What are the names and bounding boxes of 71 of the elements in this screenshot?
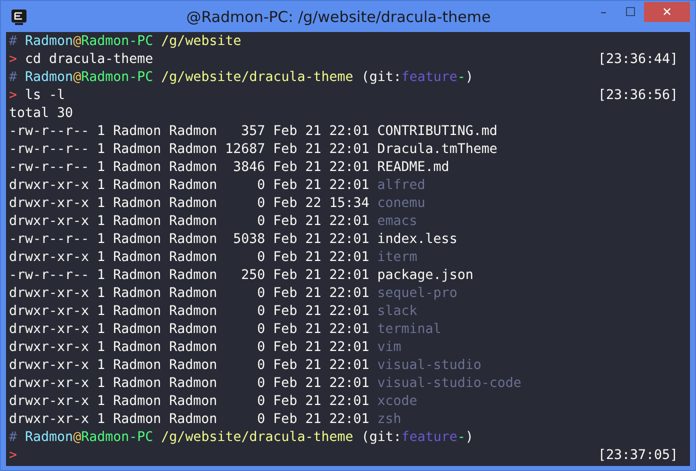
file-details: drwxr-xr-x 1 Radmon Radmon 0 Feb 21 22:01 — [9, 286, 370, 301]
prompt-user: Radmon — [25, 430, 74, 445]
directory-name: conemu — [377, 196, 426, 211]
file-details: drwxr-xr-x 1 Radmon Radmon 0 Feb 21 22:01 — [9, 340, 370, 355]
directory-name: emacs — [377, 214, 418, 229]
file-details: -rw-r--r-- 1 Radmon Radmon 5038 Feb 21 22:01 — [9, 232, 370, 247]
window-title: @Radmon-PC: /g/website/dracula-theme — [185, 8, 492, 26]
file-details: drwxr-xr-x 1 Radmon Radmon 0 Feb 21 22:01 — [9, 376, 370, 391]
file-details: drwxr-xr-x 1 Radmon Radmon 0 Feb 21 22:01 — [9, 358, 370, 373]
file-details: drwxr-xr-x 1 Radmon Radmon 0 Feb 21 22:01 — [9, 250, 370, 265]
prompt-hash: # — [9, 34, 18, 49]
minimize-button[interactable]: – — [590, 2, 617, 22]
file-details: drwxr-xr-x 1 Radmon Radmon 0 Feb 21 22:01 — [9, 178, 370, 193]
prompt-host: Radmon-PC — [81, 70, 154, 85]
close-button[interactable]: ✕ — [644, 2, 690, 22]
timestamp: [23:36:44] — [598, 51, 678, 69]
directory-name: visual-studio — [377, 358, 482, 373]
prompt-at: @ — [73, 34, 82, 49]
prompt-text: (git: — [361, 430, 402, 445]
directory-name: vim — [377, 340, 402, 355]
file-details: -rw-r--r-- 1 Radmon Radmon 357 Feb 21 22:01 — [9, 124, 370, 139]
directory-name: terminal — [377, 322, 442, 337]
prompt-path: /g/website — [161, 34, 242, 49]
file-details: drwxr-xr-x 1 Radmon Radmon 0 Feb 21 22:01 — [9, 394, 370, 409]
file-name: CONTRIBUTING.md — [377, 124, 498, 139]
prompt-text: (git: — [361, 70, 402, 85]
prompt-marker: > — [9, 52, 18, 67]
maximize-button[interactable]: ☐ — [617, 2, 644, 22]
directory-name: iterm — [377, 250, 418, 265]
file-details: drwxr-xr-x 1 Radmon Radmon 0 Feb 21 22:01 — [9, 304, 370, 319]
directory-name: zsh — [377, 412, 402, 427]
file-details: -rw-r--r-- 1 Radmon Radmon 12687 Feb 21 22:01 — [9, 142, 370, 157]
file-name: package.json — [377, 268, 474, 283]
git-branch: feature — [401, 430, 458, 445]
file-name: Dracula.tmTheme — [377, 142, 498, 157]
directory-name: sequel-pro — [377, 286, 458, 301]
prompt-path: /g/website/dracula-theme — [161, 70, 354, 85]
prompt-user: Radmon — [25, 34, 74, 49]
prompt-hash: # — [9, 70, 18, 85]
file-details: -rw-r--r-- 1 Radmon Radmon 250 Feb 21 22:01 — [9, 268, 370, 283]
directory-name: visual-studio-code — [377, 376, 522, 391]
prompt-text: ) — [465, 70, 474, 85]
prompt-at: @ — [73, 430, 82, 445]
command-text: cd dracula-theme — [25, 52, 154, 67]
file-name: README.md — [377, 160, 450, 175]
file-details: drwxr-xr-x 1 Radmon Radmon 0 Feb 22 15:34 — [9, 196, 370, 211]
git-status: - — [457, 430, 466, 445]
directory-name: alfred — [377, 178, 426, 193]
file-details: drwxr-xr-x 1 Radmon Radmon 0 Feb 21 22:01 — [9, 412, 370, 427]
prompt-at: @ — [73, 70, 82, 85]
prompt-host: Radmon-PC — [81, 34, 154, 49]
directory-name: xcode — [377, 394, 418, 409]
file-details: drwxr-xr-x 1 Radmon Radmon 0 Feb 21 22:01 — [9, 322, 370, 337]
prompt-marker: > — [9, 448, 18, 463]
directory-name: slack — [377, 304, 418, 319]
timestamp: [23:37:05] — [598, 447, 678, 465]
output-text: total 30 — [9, 105, 74, 123]
file-details: -rw-r--r-- 1 Radmon Radmon 3846 Feb 21 22:01 — [9, 160, 370, 175]
prompt-hash: # — [9, 430, 18, 445]
prompt-marker: > — [9, 88, 18, 103]
prompt-user: Radmon — [25, 70, 74, 85]
prompt-path: /g/website/dracula-theme — [161, 430, 354, 445]
prompt-host: Radmon-PC — [81, 430, 154, 445]
git-branch: feature — [401, 70, 458, 85]
timestamp: [23:36:56] — [598, 87, 678, 105]
git-status: - — [457, 70, 466, 85]
prompt-text: ) — [465, 430, 474, 445]
command-text: ls -l — [25, 88, 66, 103]
file-name: index.less — [377, 232, 458, 247]
file-details: drwxr-xr-x 1 Radmon Radmon 0 Feb 21 22:01 — [9, 214, 370, 229]
terminal-icon — [11, 8, 27, 24]
